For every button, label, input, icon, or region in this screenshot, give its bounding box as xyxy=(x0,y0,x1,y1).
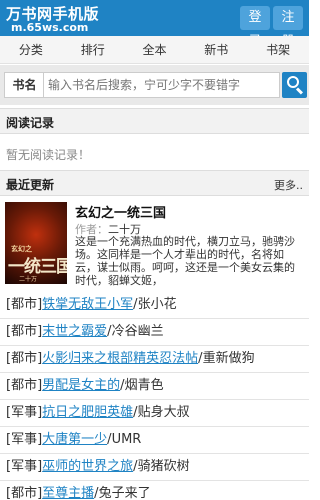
list-item: [军事]大唐第一少/UMR xyxy=(0,427,309,454)
featured-book[interactable]: 玄幻之 一统三国 二十万 玄幻之一统三国 作者：二十万 这是一个充满热血的时代，… xyxy=(0,198,309,292)
main-nav: 分类 排行 全本 新书 书架 xyxy=(0,36,309,64)
book-author: 张小花 xyxy=(137,297,177,312)
cover-text-bottom: 二十万 xyxy=(19,276,38,283)
reading-history-title: 阅读记录 xyxy=(6,116,55,130)
list-item: [都市]末世之霸爱/冷谷幽兰 xyxy=(0,319,309,346)
latest-updates-list: [都市]铁掌无敌王小军/张小花 [都市]末世之霸爱/冷谷幽兰 [都市]火影归来之… xyxy=(0,292,309,500)
app-header: 万书网手机版 m.65ws.com 登录 注册 xyxy=(0,0,309,49)
list-item: [军事]巫师的世界之旅/骑猪砍树 xyxy=(0,454,309,481)
login-button[interactable]: 登录 xyxy=(240,6,270,49)
book-author: 骑猪砍树 xyxy=(137,459,190,474)
register-button[interactable]: 注册 xyxy=(273,6,303,49)
book-author: 重新做狗 xyxy=(202,351,255,366)
book-title-link[interactable]: 大唐第一少 xyxy=(42,432,107,447)
search-input[interactable] xyxy=(43,72,280,98)
book-author: 兔子来了 xyxy=(98,486,151,500)
reading-history-header: 阅读记录 xyxy=(0,108,309,134)
list-item: [都市]男配是女主的/烟青色 xyxy=(0,373,309,400)
book-category: [都市] xyxy=(6,297,43,312)
book-category: [都市] xyxy=(6,486,43,500)
cover-text-main: 一统三国 xyxy=(8,257,67,277)
featured-book-description: 这是一个充满热血的时代，横刀立马，驰骋沙场。这同样是一个人才辈出的时代，名将如云… xyxy=(75,235,295,287)
book-cover[interactable]: 玄幻之 一统三国 二十万 xyxy=(5,202,67,284)
list-item: [都市]铁掌无敌王小军/张小花 xyxy=(0,292,309,319)
book-category: [军事] xyxy=(6,459,43,474)
book-author: UMR xyxy=(111,432,142,447)
book-author: 贴身大叔 xyxy=(137,405,190,420)
book-title-link[interactable]: 至尊主播 xyxy=(42,486,94,500)
nav-item-completed[interactable]: 全本 xyxy=(124,36,186,63)
book-title-link[interactable]: 末世之霸爱 xyxy=(42,324,107,339)
nav-item-category[interactable]: 分类 xyxy=(0,36,62,63)
latest-updates-header: 最近更新 更多.. xyxy=(0,170,309,196)
list-item: [都市]火影归来之根部精英忍法帖/重新做狗 xyxy=(0,346,309,373)
book-category: [都市] xyxy=(6,351,43,366)
book-category: [都市] xyxy=(6,378,43,393)
book-author: 烟青色 xyxy=(124,378,164,393)
book-category: [军事] xyxy=(6,405,43,420)
book-author: 冷谷幽兰 xyxy=(111,324,164,339)
nav-item-bookshelf[interactable]: 书架 xyxy=(247,36,309,63)
more-link[interactable]: 更多.. xyxy=(274,177,303,193)
book-title-link[interactable]: 男配是女主的 xyxy=(42,378,120,393)
featured-book-title[interactable]: 玄幻之一统三国 xyxy=(75,202,166,221)
book-title-link[interactable]: 铁掌无敌王小军 xyxy=(42,297,133,312)
site-domain: m.65ws.com xyxy=(11,21,89,34)
search-type-label[interactable]: 书名 xyxy=(4,72,44,98)
book-category: [都市] xyxy=(6,324,43,339)
nav-item-ranking[interactable]: 排行 xyxy=(62,36,124,63)
list-item: [都市]至尊主播/兔子来了 xyxy=(0,481,309,500)
book-title-link[interactable]: 巫师的世界之旅 xyxy=(42,459,133,474)
search-bar: 书名 xyxy=(0,65,309,105)
search-button[interactable] xyxy=(282,72,307,98)
book-category: [军事] xyxy=(6,432,43,447)
list-item: [军事]抗日之肥胆英雄/贴身大叔 xyxy=(0,400,309,427)
nav-item-new-books[interactable]: 新书 xyxy=(185,36,247,63)
book-title-link[interactable]: 火影归来之根部精英忍法帖 xyxy=(42,351,198,366)
book-title-link[interactable]: 抗日之肥胆英雄 xyxy=(42,405,133,420)
reading-history-empty: 暂无阅读记录！ xyxy=(6,148,91,162)
latest-updates-title: 最近更新 xyxy=(6,178,55,192)
